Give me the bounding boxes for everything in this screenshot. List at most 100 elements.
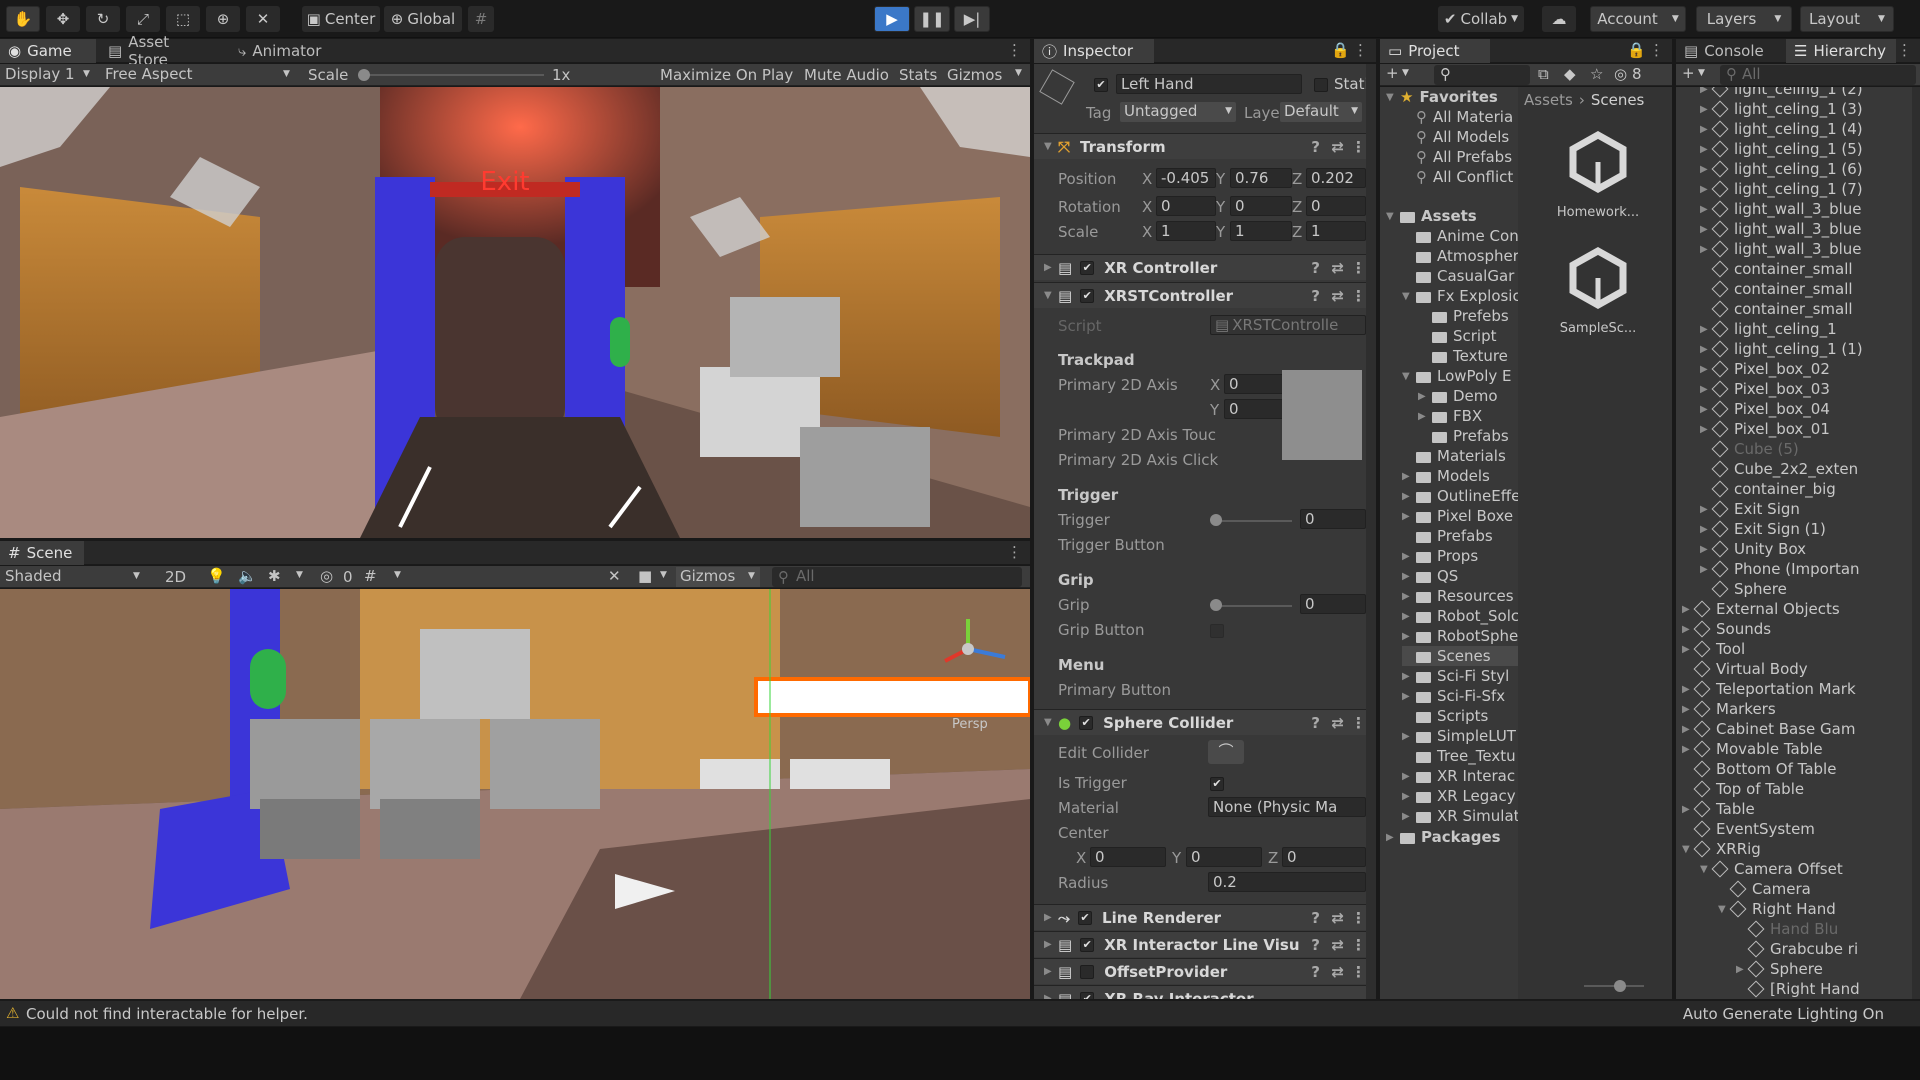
hierarchy-item[interactable]: ▶ Pixel_box_02 — [1700, 359, 1830, 379]
help-icon[interactable]: ? — [1311, 963, 1320, 981]
scale-y-field[interactable]: 1 — [1230, 221, 1292, 241]
project-search-input[interactable]: ⚲ — [1434, 65, 1530, 85]
hierarchy-search-input[interactable]: ⚲ All — [1720, 65, 1916, 85]
project-folder-item[interactable]: Scenes — [1402, 646, 1518, 666]
project-folder-item[interactable]: Tree_Textu — [1402, 746, 1516, 766]
tab-project[interactable]: ▭ Project — [1380, 39, 1490, 63]
label-filter-icon[interactable]: ◆ — [1564, 65, 1576, 83]
aspect-dropdown[interactable]: Free Aspect ▼ — [105, 65, 295, 83]
project-folder-item[interactable]: ▶ XR Interac — [1402, 766, 1515, 786]
hierarchy-item[interactable]: Camera — [1718, 879, 1811, 899]
tab-inspector[interactable]: ⓘ Inspector — [1034, 39, 1154, 63]
favorite-item[interactable]: ⚲ All Conflict — [1416, 167, 1513, 187]
hierarchy-item[interactable]: ▶ Cabinet Base Gam — [1682, 719, 1855, 739]
project-folder-item[interactable]: ▶ Robot_Solc — [1402, 606, 1518, 626]
hierarchy-item[interactable]: ▶ Table — [1682, 799, 1755, 819]
hierarchy-item[interactable]: Hand Blu — [1736, 919, 1838, 939]
kebab-menu-icon[interactable]: ⋮ — [1351, 714, 1366, 732]
scene-viewport[interactable]: Persp — [0, 589, 1030, 999]
tab-asset-store[interactable]: ▤ Asset Store — [100, 33, 220, 69]
project-folder-item[interactable]: ▶ RobotSphe — [1402, 626, 1518, 646]
grid-snap-icon[interactable]: # — [468, 6, 494, 32]
rotation-z-field[interactable]: 0 — [1306, 196, 1366, 216]
scale-tool-icon[interactable]: ⤢ — [126, 6, 160, 32]
chevron-down-icon[interactable]: ▼ — [1698, 68, 1705, 78]
tab-hierarchy[interactable]: ☰ Hierarchy — [1786, 39, 1896, 63]
tag-dropdown[interactable]: Untagged ▼ — [1120, 102, 1236, 122]
active-checkbox[interactable]: ✔ — [1094, 78, 1108, 92]
scene-asset-homework[interactable]: Homework... — [1538, 130, 1658, 220]
grip-slider[interactable] — [1214, 605, 1292, 607]
tab-scene[interactable]: # Scene — [0, 541, 84, 565]
add-object-icon[interactable]: + — [1682, 64, 1695, 82]
project-folder-item[interactable]: ▶ FBX — [1418, 406, 1482, 426]
lighting-icon[interactable]: 💡 — [207, 567, 226, 585]
tab-console[interactable]: ▤ Console — [1676, 39, 1784, 63]
stats-toggle[interactable]: Stats — [899, 66, 937, 84]
packages-header[interactable]: ▶ Packages — [1386, 827, 1501, 847]
offset-provider-checkbox[interactable] — [1080, 964, 1095, 979]
xrst-controller-checkbox[interactable]: ✔ — [1080, 288, 1095, 303]
kebab-menu-icon[interactable]: ⋮ — [1351, 138, 1366, 156]
cloud-icon[interactable]: ☁ — [1542, 6, 1576, 32]
help-icon[interactable]: ? — [1311, 909, 1320, 927]
kebab-menu-icon[interactable]: ⋮ — [1351, 287, 1366, 305]
project-folder-item[interactable]: ▶ OutlineEffe — [1402, 486, 1518, 506]
center-x-field[interactable]: 0 — [1090, 847, 1166, 867]
grip-slider-handle[interactable] — [1210, 599, 1222, 611]
position-y-field[interactable]: 0.76 — [1230, 168, 1292, 188]
xr-line-visual-header[interactable]: ▶ ▤ ✔ XR Interactor Line Visu ? ⇄ ⋮ — [1034, 931, 1376, 957]
hierarchy-item[interactable]: ▶ Pixel_box_04 — [1700, 399, 1830, 419]
hierarchy-item[interactable]: Virtual Body — [1682, 659, 1808, 679]
sphere-collider-header[interactable]: ▼ ● ✔ Sphere Collider ? ⇄ ⋮ — [1034, 709, 1376, 735]
move-tool-icon[interactable]: ✥ — [46, 6, 80, 32]
hierarchy-item[interactable]: ▶ Markers — [1682, 699, 1776, 719]
inspector-scrollbar[interactable] — [1366, 64, 1376, 999]
trigger-value-field[interactable]: 0 — [1300, 509, 1366, 529]
scale-z-field[interactable]: 1 — [1306, 221, 1366, 241]
project-folder-item[interactable]: ▶ XR Simulat — [1402, 806, 1518, 826]
lock-icon[interactable]: 🔒 — [1331, 41, 1350, 59]
scene-asset-sample[interactable]: SampleSc... — [1538, 246, 1658, 336]
favorite-item[interactable]: ⚲ All Prefabs — [1416, 147, 1512, 167]
hierarchy-item[interactable]: Sphere — [1700, 579, 1787, 599]
kebab-menu-icon[interactable]: ⋮ — [1351, 963, 1366, 981]
favorite-item[interactable]: ⚲ All Materia — [1416, 107, 1513, 127]
help-icon[interactable]: ? — [1311, 936, 1320, 954]
radius-field[interactable]: 0.2 — [1208, 872, 1366, 892]
lock-icon[interactable]: 🔒 — [1627, 41, 1646, 59]
preset-icon[interactable]: ⇄ — [1331, 909, 1344, 927]
help-icon[interactable]: ? — [1311, 138, 1320, 156]
project-folder-item[interactable]: Atmospher — [1402, 246, 1518, 266]
hierarchy-item[interactable]: ▶ light_wall_3_blue — [1700, 219, 1862, 239]
shading-dropdown[interactable]: Shaded ▼ — [5, 567, 145, 585]
project-folder-item[interactable]: Prefabs — [1418, 426, 1509, 446]
preset-icon[interactable]: ⇄ — [1331, 259, 1344, 277]
transform-header[interactable]: ▼ ⤧ Transform ? ⇄ ⋮ — [1034, 133, 1376, 159]
hierarchy-item[interactable]: ▶ light_celing_1 (1) — [1700, 339, 1863, 359]
project-folder-item[interactable]: ▶ Pixel Boxe — [1402, 506, 1513, 526]
tab-game[interactable]: ◉ Game — [0, 39, 96, 63]
project-folder-item[interactable]: Texture — [1418, 346, 1508, 366]
effects-icon[interactable]: ✱ — [268, 567, 281, 585]
hierarchy-item[interactable]: ▶ Pixel_box_01 — [1700, 419, 1830, 439]
hierarchy-item[interactable]: Cube_2x2_exten — [1700, 459, 1858, 479]
kebab-menu-icon[interactable]: ⋮ — [1649, 41, 1664, 59]
play-button[interactable]: ▶ — [874, 6, 910, 32]
xr-line-visual-checkbox[interactable]: ✔ — [1080, 937, 1095, 952]
project-folder-item[interactable]: CasualGar — [1402, 266, 1514, 286]
hierarchy-item[interactable]: container_big — [1700, 479, 1836, 499]
edit-collider-button[interactable]: ⌒ — [1208, 740, 1244, 764]
maximize-on-play-toggle[interactable]: Maximize On Play — [660, 66, 793, 84]
hierarchy-item[interactable]: ▶ light_celing_1 (5) — [1700, 139, 1863, 159]
hierarchy-item[interactable]: ▶ Unity Box — [1700, 539, 1806, 559]
favorites-header[interactable]: ▼ ★ Favorites — [1386, 87, 1498, 107]
transform-tool-icon[interactable]: ⊕ — [206, 6, 240, 32]
hierarchy-item[interactable]: Bottom Of Table — [1682, 759, 1836, 779]
hierarchy-item[interactable]: ▶ Pixel_box_03 — [1700, 379, 1830, 399]
hierarchy-item[interactable]: ▶ light_celing_1 (2) — [1700, 87, 1863, 99]
hierarchy-item[interactable]: ▶ Phone (Importan — [1700, 559, 1860, 579]
hand-tool-icon[interactable]: ✋ — [6, 6, 40, 32]
pivot-global-button[interactable]: ⊕ Global — [384, 6, 462, 32]
hierarchy-item[interactable]: ▶ light_wall_3_blue — [1700, 239, 1862, 259]
